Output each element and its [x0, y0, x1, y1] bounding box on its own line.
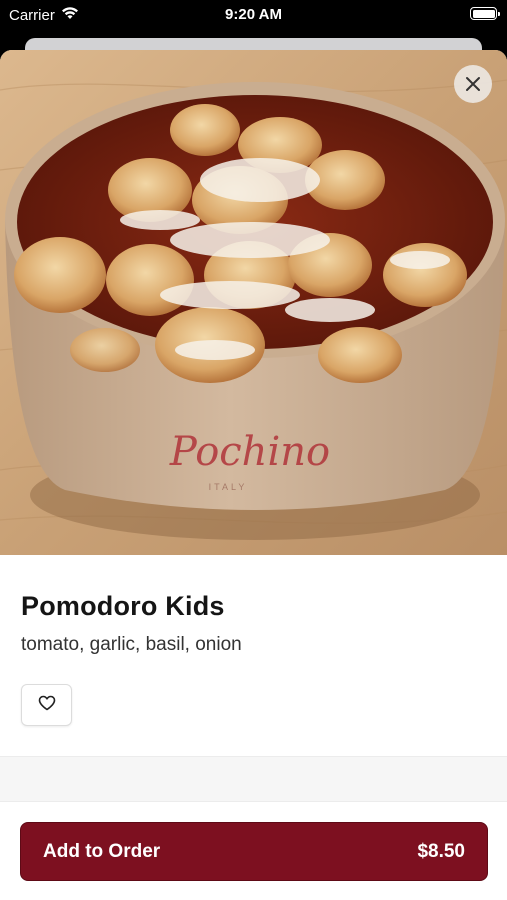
item-photo: Pochino ITALY	[0, 50, 507, 555]
item-price: $8.50	[417, 840, 465, 862]
heart-icon	[38, 695, 56, 716]
section-divider	[0, 756, 507, 802]
item-detail-sheet: Pochino ITALY Pomodoro Kids tomato, garl…	[0, 50, 507, 900]
add-to-order-label: Add to Order	[43, 840, 161, 862]
bowl-logo-text: Pochino	[169, 429, 330, 475]
screen: Carrier 9:20 AM Pochino ITALY Pomodoro K…	[0, 0, 507, 900]
favorite-button[interactable]	[21, 684, 72, 726]
item-title: Pomodoro Kids	[21, 591, 225, 621]
item-description: tomato, garlic, basil, onion	[21, 634, 242, 655]
status-bar: Carrier 9:20 AM	[0, 0, 507, 30]
svg-text:ITALY: ITALY	[209, 482, 248, 492]
status-time: 9:20 AM	[225, 6, 282, 23]
battery-icon	[470, 7, 500, 20]
close-button[interactable]	[454, 65, 492, 103]
close-icon	[465, 76, 481, 92]
footer-bar: Add to Order $8.50	[0, 802, 507, 900]
add-to-order-button[interactable]: Add to Order $8.50	[20, 822, 488, 881]
item-info: Pomodoro Kids tomato, garlic, basil, oni…	[0, 555, 507, 726]
